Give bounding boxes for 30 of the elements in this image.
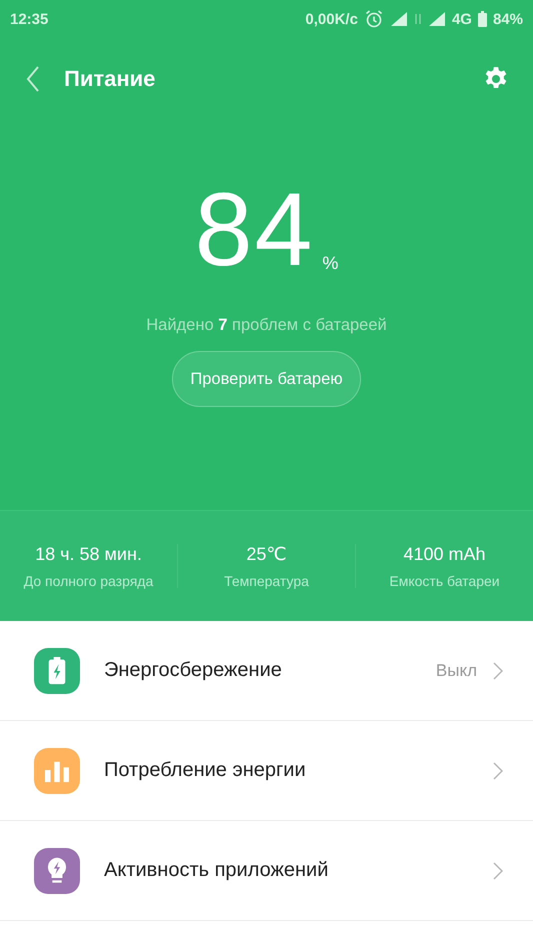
menu-item[interactable]: Энергосбережение Выкл xyxy=(0,621,533,721)
network-speed: 0,00K/с xyxy=(305,10,358,28)
menu-item-title: Потребление энергии xyxy=(104,759,307,782)
chevron-icon xyxy=(493,862,503,880)
page-title: Питание xyxy=(64,66,156,92)
alarm-clock-icon xyxy=(364,9,384,29)
battery-percent: 84% xyxy=(492,10,523,28)
back-button[interactable] xyxy=(26,66,40,92)
menu-item-title: Энергосбережение xyxy=(104,659,283,682)
stat-value: 25℃ xyxy=(246,544,287,564)
status-time: 12:35 xyxy=(10,10,48,28)
stat-value: 4100 mAh xyxy=(403,544,486,564)
menu-item-title: Активность приложений xyxy=(104,859,330,882)
percent-sign: % xyxy=(322,253,338,274)
signal-icon xyxy=(390,11,408,27)
menu-item[interactable]: Активность приложений xyxy=(0,821,533,921)
battery-icon xyxy=(478,11,487,27)
data-arrows-icon xyxy=(414,13,422,25)
chevron-icon xyxy=(493,762,503,780)
menu-item[interactable]: Потребление энергии xyxy=(0,721,533,821)
stat-label: Емкость батареи xyxy=(389,572,500,588)
stat-label: До полного разряда xyxy=(24,572,154,588)
chevron-icon xyxy=(493,662,503,680)
signal-icon xyxy=(428,11,446,27)
stat-label: Температура xyxy=(224,572,309,588)
network-type: 4G xyxy=(452,10,472,28)
issues-text: Найдено 7 проблем с батареей xyxy=(146,316,387,335)
stat-value: 18 ч. 58 мин. xyxy=(35,544,142,564)
battery-percentage: 84 xyxy=(194,182,314,278)
menu-item-value: Выкл xyxy=(436,660,477,680)
